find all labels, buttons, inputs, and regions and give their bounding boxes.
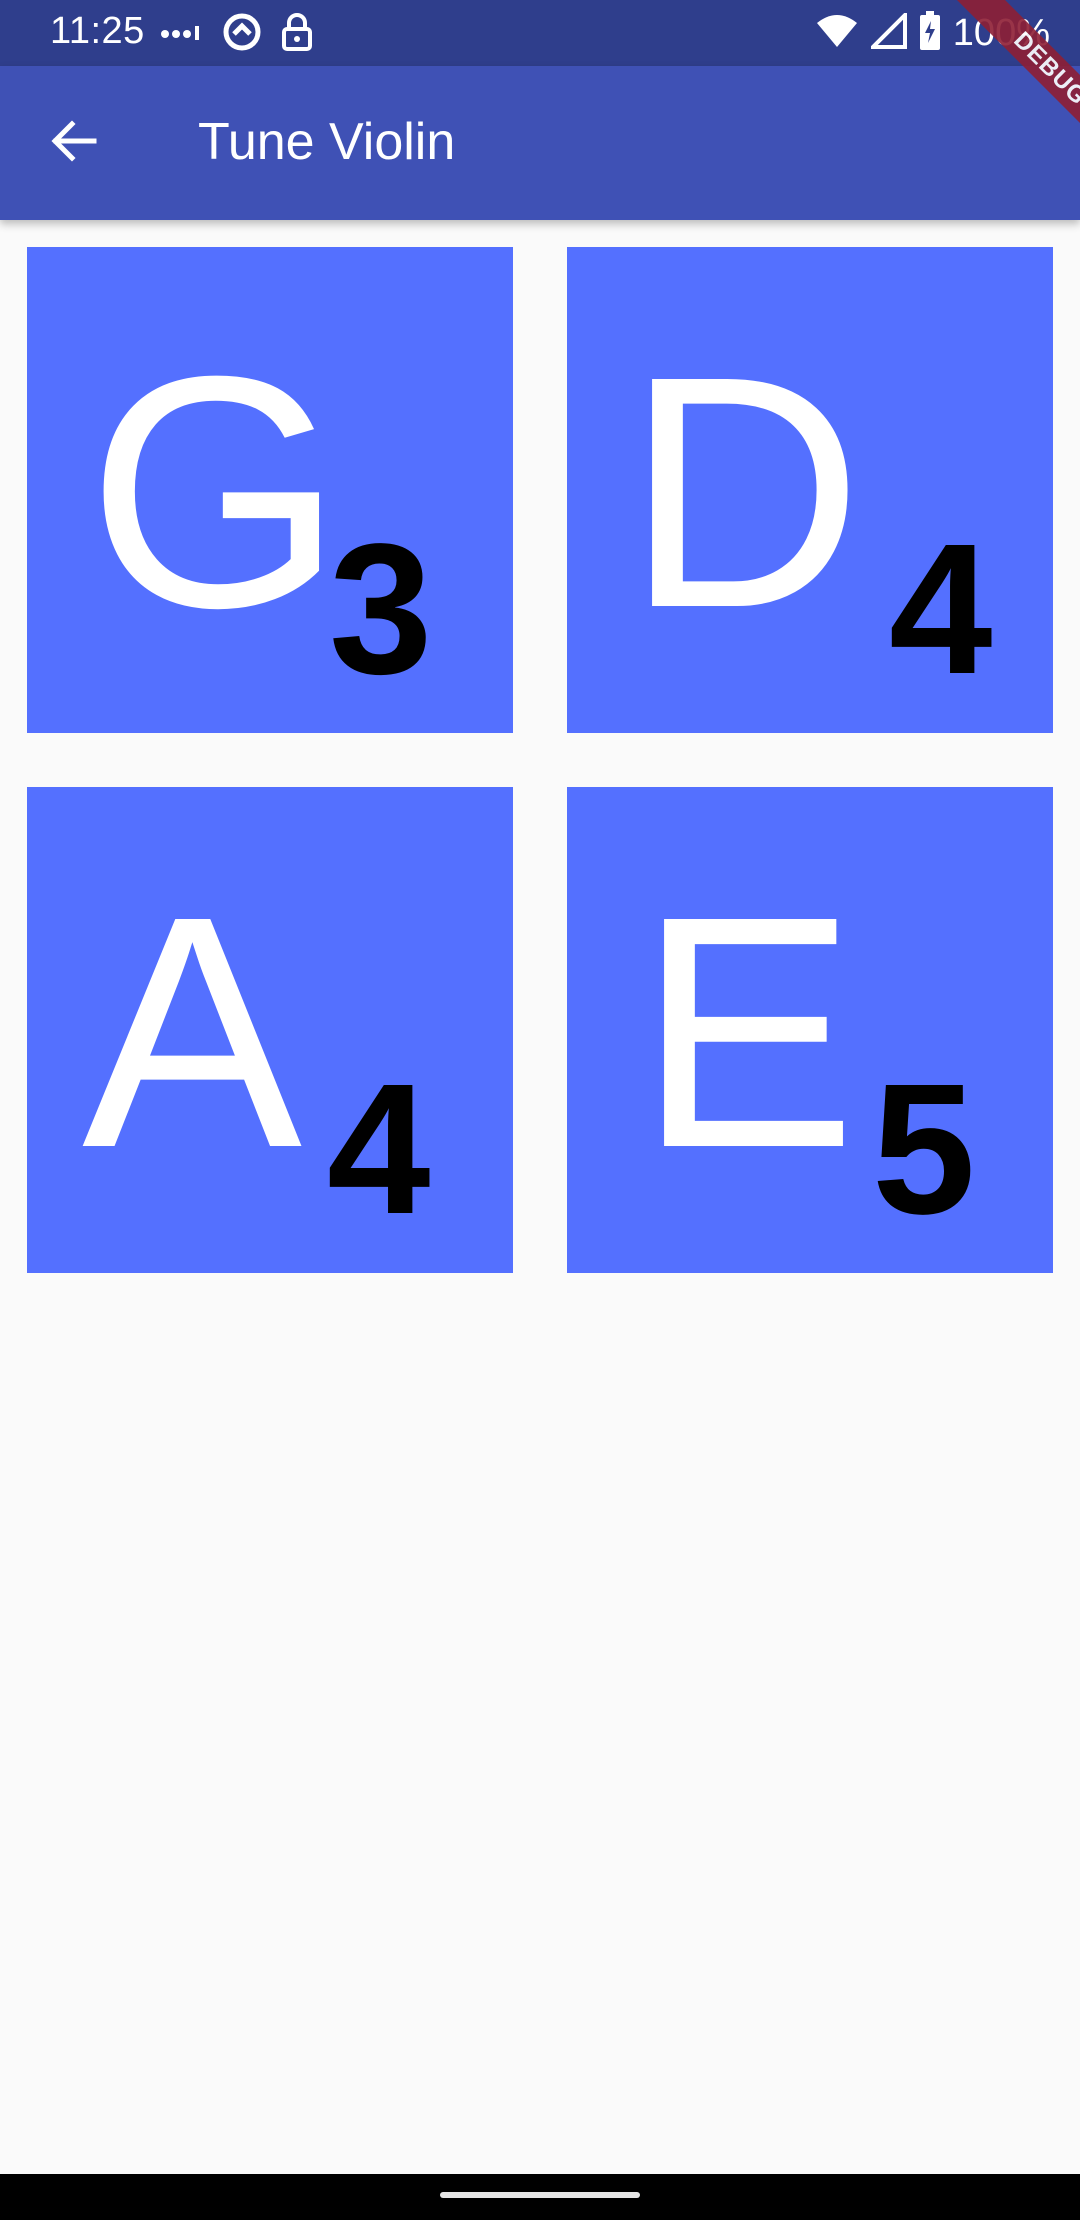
octave-number: 4: [327, 1046, 431, 1253]
signal-icon: [867, 9, 907, 54]
string-tile-e5[interactable]: E 5: [567, 787, 1053, 1273]
dots-icon: [160, 22, 204, 47]
battery-icon: [919, 10, 941, 56]
status-left-icons: [160, 12, 314, 56]
octave-number: 5: [872, 1046, 976, 1253]
string-tile-a4[interactable]: A 4: [27, 787, 513, 1273]
octave-number: 4: [889, 506, 993, 713]
back-button[interactable]: [36, 106, 110, 180]
status-time: 11:25: [50, 10, 145, 52]
battery-percentage: 100%: [952, 11, 1050, 54]
note-letter: D: [625, 307, 864, 676]
arrow-back-icon: [48, 116, 98, 171]
lock-icon: [280, 12, 314, 57]
status-right-icons: 100%: [815, 9, 1050, 56]
note-letter: A: [82, 847, 303, 1216]
string-tile-g3[interactable]: G 3: [27, 247, 513, 733]
status-bar: 11:25 100%: [0, 0, 1080, 66]
sync-icon: [222, 12, 262, 57]
string-tile-d4[interactable]: D 4: [567, 247, 1053, 733]
note-letter: G: [87, 307, 344, 676]
wifi-icon: [815, 13, 859, 54]
home-gesture-handle[interactable]: [440, 2192, 640, 2198]
octave-number: 3: [329, 506, 433, 713]
app-bar: Tune Violin: [0, 66, 1080, 220]
note-letter: E: [637, 847, 858, 1216]
page-title: Tune Violin: [198, 113, 456, 171]
navigation-bar: [0, 2174, 1080, 2220]
